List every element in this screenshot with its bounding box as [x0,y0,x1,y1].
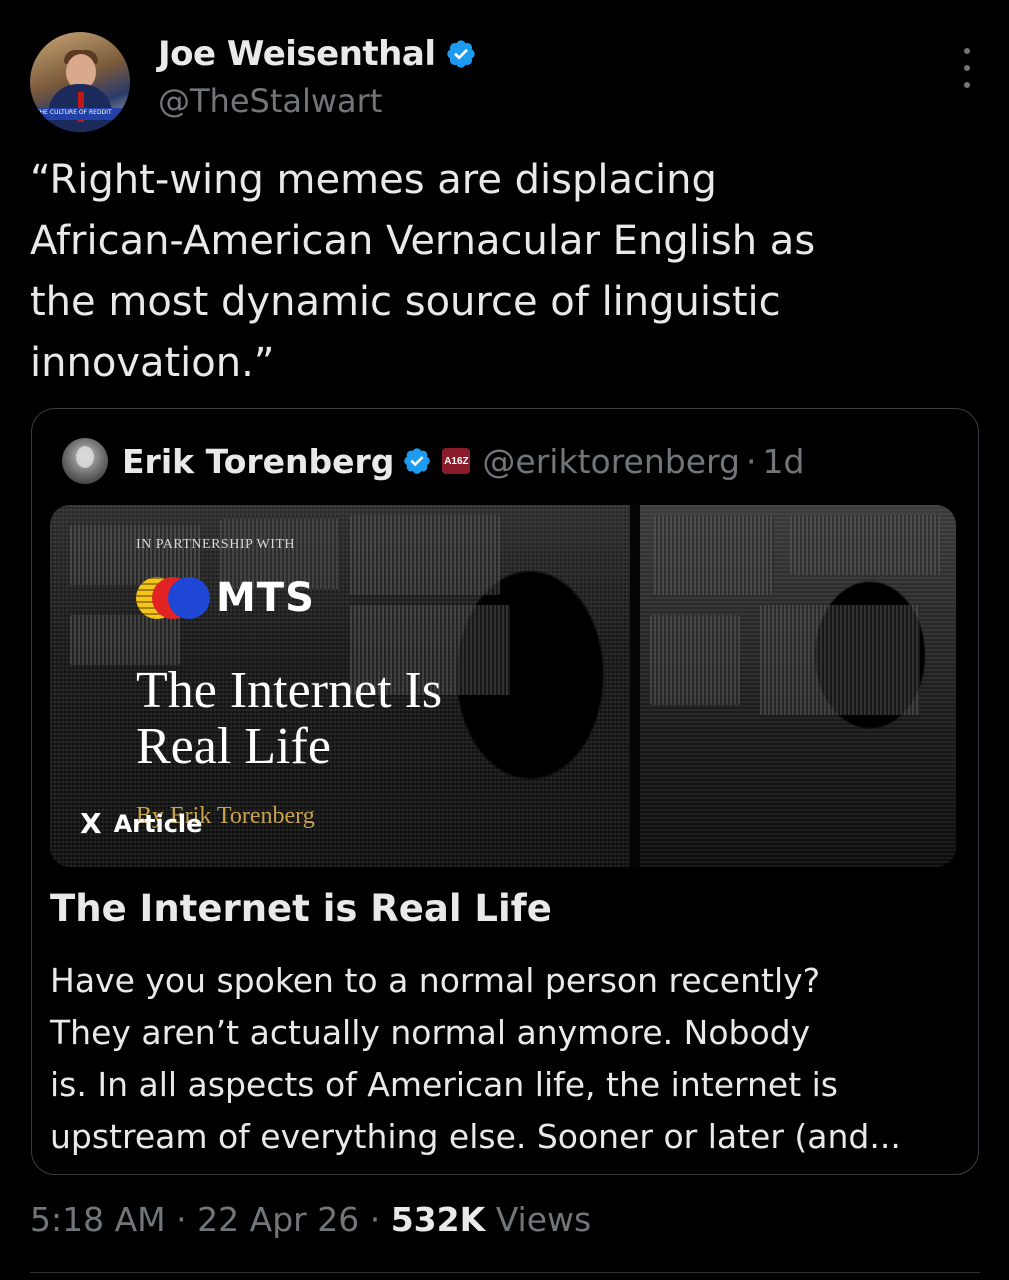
tweet-metadata: 5:18 AM · 22 Apr 26 · 532K Views [30,1200,591,1239]
mts-logo: MTS [136,575,315,621]
verified-badge-icon[interactable] [402,446,432,476]
more-vertical-icon[interactable] [962,48,972,88]
article-preview: Have you spoken to a normal person recen… [50,955,950,1163]
author-name-row: Joe Weisenthal [158,34,477,74]
more-dot [964,48,970,54]
tweet-line: innovation.” [30,340,275,386]
background-screen [350,515,500,595]
quoted-tweet-age[interactable]: 1d [762,442,804,481]
article-badge: X Article [80,807,202,840]
views-label: Views [495,1200,592,1239]
tweet-header: THE CULTURE OF REDDIT Joe Weisenthal @Th… [30,28,980,132]
background-screen [654,515,774,595]
quoted-author-name[interactable]: Erik Torenberg [122,442,394,481]
tweet-line: the most dynamic source of linguistic [30,279,781,325]
cover-headline: The Internet Is Real Life [136,663,442,775]
article-preview-line: upstream of everything else. Sooner or l… [50,1117,901,1156]
more-dot [964,65,970,71]
author-name[interactable]: Joe Weisenthal [158,34,436,74]
x-logo-icon: X [80,807,102,840]
article-preview-line: They aren’t actually normal anymore. Nob… [50,1013,811,1052]
tweet-text: “Right-wing memes are displacing African… [30,150,930,394]
separator-dot: · [176,1200,187,1239]
article-title[interactable]: The Internet is Real Life [50,887,552,930]
tweet-time[interactable]: 5:18 AM [30,1200,166,1239]
cover-divider [630,505,640,867]
more-dot [964,82,970,88]
separator-dot: · [745,441,757,481]
partner-label: IN PARTNERSHIP WITH [136,537,296,552]
verified-badge-icon[interactable] [445,38,477,70]
quoted-tweet-card[interactable]: Erik Torenberg A16Z @eriktorenberg · 1d … [31,408,979,1175]
cover-headline-line: Real Life [136,718,331,775]
cover-photo-right [640,505,956,867]
affiliate-badge[interactable]: A16Z [442,448,471,474]
separator-dot: · [369,1200,381,1239]
logo-circle-blue [168,577,210,619]
quoted-tweet-header: Erik Torenberg A16Z @eriktorenberg · 1d [62,438,804,484]
avatar-banner-text: THE CULTURE OF REDDIT [36,109,112,116]
article-preview-line: is. In all aspects of American life, the… [50,1065,838,1104]
article-cover-image[interactable]: IN PARTNERSHIP WITH MTS The Internet Is … [50,505,956,867]
article-label: Article [113,809,203,838]
background-screen [70,615,180,665]
tweet-line: “Right-wing memes are displacing [30,157,717,203]
quoted-author-handle[interactable]: @eriktorenberg [482,442,740,481]
tweet-date[interactable]: 22 Apr 26 [197,1200,359,1239]
author-avatar[interactable]: THE CULTURE OF REDDIT [30,32,130,132]
article-preview-line: Have you spoken to a normal person recen… [50,961,821,1000]
tweet-line: African-American Vernacular English as [30,218,816,264]
quoted-author-avatar[interactable] [62,438,108,484]
mts-wordmark: MTS [216,575,315,621]
cover-headline-line: The Internet Is [136,662,443,719]
background-screen [790,515,940,575]
author-handle[interactable]: @TheStalwart [158,82,382,120]
background-screen [760,605,920,715]
divider [30,1272,980,1273]
background-screen [650,615,740,705]
views-count[interactable]: 532K [391,1200,485,1239]
